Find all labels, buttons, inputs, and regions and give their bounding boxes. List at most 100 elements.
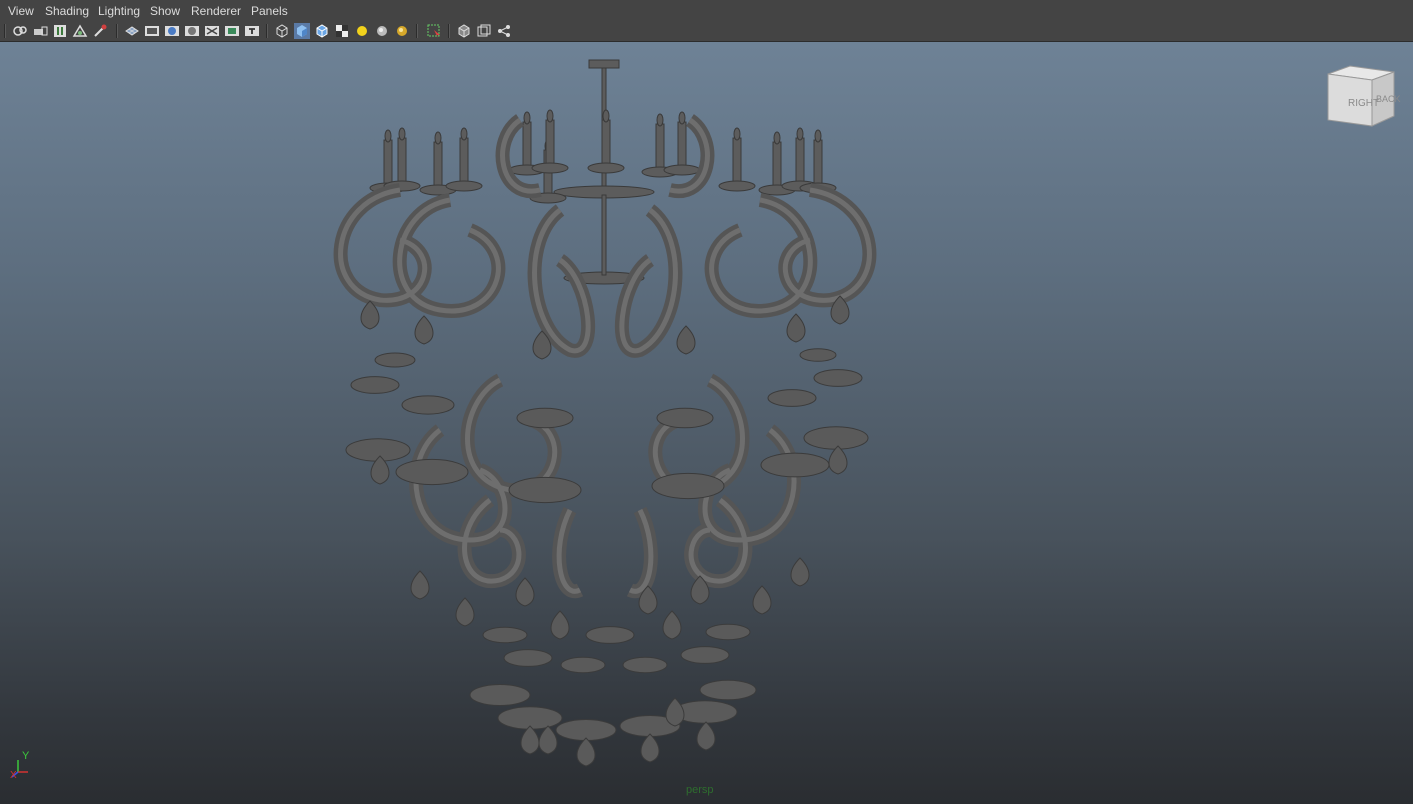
pendant-bowl [767,389,817,407]
grid-icon[interactable] [124,23,140,39]
pendant-drop [828,445,848,475]
pendant-drop [414,315,434,345]
candle [383,139,393,189]
pendant-bowl [508,476,582,504]
candle [813,139,823,189]
pendant-bowl [656,407,714,429]
pendant-bowl [699,679,757,701]
pendant-bowl [760,452,830,478]
candle-flame [814,129,822,143]
candle-flame [656,113,664,127]
menu-view[interactable]: View [8,4,34,18]
pendant-bowl [469,684,531,706]
menu-lighting[interactable]: Lighting [98,4,140,18]
menu-shading[interactable]: Shading [45,4,89,18]
viewcube[interactable]: RIGHT BACK [1320,64,1404,138]
candle-flame [773,131,781,145]
axis-y-label: Y [22,750,30,762]
grease-pencil-icon[interactable] [92,23,108,39]
resolution-gate-icon[interactable] [164,23,180,39]
gate-mask-icon[interactable] [184,23,200,39]
pendant-drop [752,585,772,615]
pendant-bowl [350,376,400,394]
menu-renderer[interactable]: Renderer [191,4,241,18]
candle [397,137,407,187]
film-gate-icon[interactable] [144,23,160,39]
pendant-bowl [401,395,455,415]
candle-flame [733,127,741,141]
pendants-group [345,295,869,767]
pendant-bowl [503,649,553,667]
menu-panels[interactable]: Panels [251,4,288,18]
candle [732,137,742,187]
field-chart-icon[interactable] [204,23,220,39]
pendant-drop [455,597,475,627]
candle-cup [445,180,483,192]
pendant-drop [786,313,806,343]
candle-cup [718,180,756,192]
camera-attributes-icon[interactable] [52,23,68,39]
pendant-bowl [803,426,869,450]
candle [795,137,805,187]
pendant-bowl [813,369,863,387]
candle [601,119,611,169]
candle-flame [546,109,554,123]
wireframe-icon[interactable] [274,23,290,39]
pendant-bowl [799,348,837,362]
pendant-drop [410,570,430,600]
xray-components-icon[interactable] [496,23,512,39]
candle-flame [796,127,804,141]
pendant-drop [790,557,810,587]
pendant-bowl [374,352,416,368]
smooth-shade-icon[interactable] [294,23,310,39]
viewport-menubar: View Shading Lighting Show Renderer Pane… [0,0,1413,22]
menu-show[interactable]: Show [150,4,180,18]
shadows-icon[interactable] [374,23,390,39]
chandelier-model[interactable] [0,42,1413,804]
pendant-bowl [560,656,606,674]
pendant-bowl [482,626,528,644]
toolbar-separator [416,24,418,38]
safe-action-icon[interactable] [224,23,240,39]
image-plane-icon[interactable] [72,23,88,39]
perspective-viewport[interactable]: RIGHT BACK Y X persp [0,42,1413,804]
select-camera-icon[interactable] [12,23,28,39]
xray-joints-icon[interactable] [476,23,492,39]
isolate-select-icon[interactable] [426,23,442,39]
axis-gizmo: Y X [8,746,40,786]
candle-flame [384,129,392,143]
ambient-occlusion-icon[interactable] [394,23,410,39]
default-light-icon[interactable] [354,23,370,39]
candle-cup [663,164,701,176]
lock-camera-icon[interactable] [32,23,48,39]
pendant-drop [576,737,596,767]
toolbar-separator [116,24,118,38]
safe-title-icon[interactable] [244,23,260,39]
textured-icon[interactable] [334,23,350,39]
viewcube-back-label: BACK [1376,94,1401,104]
pendant-drop [640,733,660,763]
pendant-drop [520,725,540,755]
pendant-bowl [585,626,635,644]
pendant-drop [696,721,716,751]
candle [459,137,469,187]
candle [522,121,532,171]
pendant-drop [550,610,570,640]
viewcube-right-label: RIGHT [1348,98,1379,109]
candle [677,121,687,171]
pendant-drop [515,577,535,607]
toolbar-separator [266,24,268,38]
toolbar-separator [448,24,450,38]
toolbar-separator [4,24,6,38]
pendant-bowl [651,472,725,500]
pendant-drop [676,325,696,355]
pendant-bowl [622,656,668,674]
candle-flame [434,131,442,145]
candle-flame [398,127,406,141]
pendant-drop [538,725,558,755]
xray-icon[interactable] [456,23,472,39]
wireframe-on-shaded-icon[interactable] [314,23,330,39]
pendant-drop [665,697,685,727]
candle-cup [587,162,625,174]
pendant-drop [662,610,682,640]
